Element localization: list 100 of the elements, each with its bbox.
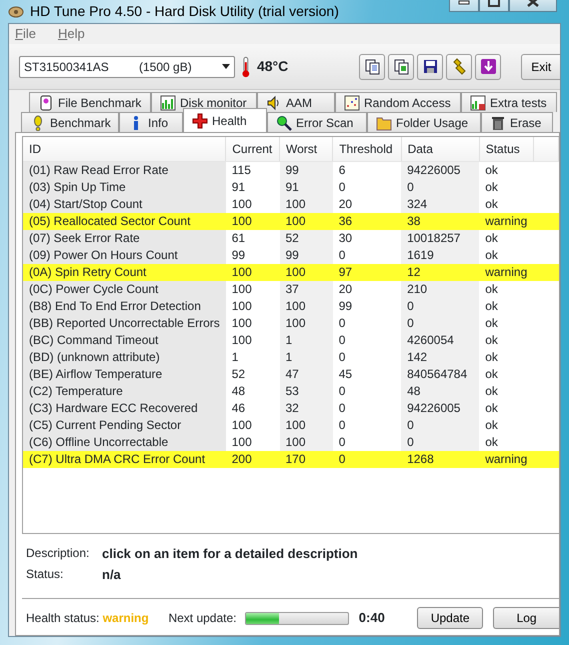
table-cell: 100 [280, 212, 333, 230]
window-title: HD Tune Pro 4.50 - Hard Disk Utility (trial version) [30, 2, 339, 21]
table-cell: 0 [332, 450, 402, 468]
table-cell: 48 [401, 382, 480, 400]
status-label: Status: [26, 566, 64, 582]
table-cell: ok [479, 400, 534, 416]
table-cell: 100 [226, 212, 280, 230]
maximize-icon [488, 0, 500, 7]
table-cell: ok [479, 416, 534, 434]
table-cell: (01) Raw Read Error Rate [23, 161, 226, 178]
log-button[interactable]: Log [493, 607, 559, 629]
update-button[interactable]: Update [417, 607, 484, 629]
tab[interactable]: Random Access [335, 92, 461, 112]
table-cell: 61 [226, 230, 280, 246]
tab[interactable]: Error Scan [267, 112, 367, 132]
table-cell: 324 [401, 196, 480, 212]
table-cell: 0 [332, 332, 402, 348]
column-header[interactable]: Status [479, 137, 534, 161]
table-cell: (05) Reallocated Sector Count [23, 212, 226, 230]
status-value: n/a [102, 566, 122, 584]
table-cell: 100 [226, 196, 280, 212]
tab[interactable]: Extra tests [461, 92, 557, 112]
table-cell: 210 [401, 280, 480, 298]
thermometer-icon [241, 56, 251, 78]
table-cell: 94226005 [401, 400, 480, 416]
health-status-value: warning [102, 610, 150, 627]
table-cell: 100 [226, 332, 280, 348]
temperature-value: 48°C [256, 57, 290, 76]
column-header[interactable]: Worst [280, 137, 333, 161]
tab[interactable]: AAM [257, 92, 335, 112]
trash-icon [490, 114, 506, 130]
grid-chart-icon [470, 94, 486, 110]
table-cell: 4260054 [401, 332, 480, 348]
table-cell: 99 [226, 246, 280, 264]
tab[interactable]: Erase [481, 112, 553, 132]
column-header[interactable]: Current [226, 137, 280, 161]
menu-item[interactable]: File [15, 24, 36, 44]
table-cell: ok [479, 196, 534, 212]
table-cell: 100 [226, 416, 280, 434]
table-cell: 94226005 [401, 161, 480, 178]
column-header[interactable]: Threshold [332, 137, 402, 161]
table-cell: 99 [332, 298, 402, 314]
table-cell: 0 [401, 314, 480, 332]
wrench-button[interactable] [446, 54, 472, 80]
table-cell: 100 [226, 298, 280, 314]
table-cell: 100 [280, 196, 333, 212]
table-cell: (BB) Reported Uncorrectable Errors [23, 314, 226, 332]
table-cell: 53 [280, 382, 333, 400]
drive-dropdown[interactable]: ST31500341AS (1500 gB) [19, 56, 236, 78]
tab[interactable]: Info [119, 112, 183, 132]
next-update-label: Next update: [168, 610, 236, 627]
table-cell: 100 [280, 314, 333, 332]
tab[interactable]: Folder Usage [367, 112, 481, 132]
table-cell: 1 [280, 348, 333, 366]
table-cell: 0 [332, 178, 402, 196]
table-cell: 20 [332, 280, 402, 298]
exit-button[interactable]: Exit [521, 54, 560, 80]
copy-picture-button[interactable] [388, 54, 414, 80]
table-cell: 52 [226, 366, 280, 382]
health-status-label: Health status: [26, 610, 100, 627]
table-cell: 0 [332, 434, 402, 450]
download-button[interactable] [475, 54, 502, 80]
disk-icon [8, 4, 24, 20]
table-cell: 0 [332, 246, 402, 264]
tab[interactable]: File Benchmark [29, 92, 151, 112]
table-cell: ok [479, 178, 534, 196]
tab[interactable]: Benchmark [21, 112, 119, 132]
table-cell: 38 [401, 212, 480, 230]
table-cell: (03) Spin Up Time [23, 178, 226, 196]
table-cell: warning [479, 212, 534, 230]
table-cell: 142 [401, 348, 480, 366]
table-cell: 36 [332, 212, 402, 230]
column-header[interactable]: Data [401, 137, 480, 161]
table-cell: ok [479, 314, 534, 332]
tab[interactable]: Health [183, 108, 267, 132]
table-cell: (B8) End To End Error Detection [23, 298, 226, 314]
table-cell: 10018257 [401, 230, 480, 246]
plus-icon [192, 112, 208, 128]
table-cell: 12 [401, 264, 480, 280]
table-cell: (BE) Airflow Temperature [23, 366, 226, 382]
column-header[interactable]: ID [23, 137, 226, 161]
menu-item[interactable]: Help [58, 24, 85, 44]
table-cell: 100 [226, 264, 280, 280]
table-cell: 1268 [401, 450, 480, 468]
table-cell: (0C) Power Cycle Count [23, 280, 226, 298]
table-cell: 37 [280, 280, 333, 298]
table-cell: ok [479, 246, 534, 264]
copy-button[interactable] [359, 54, 386, 80]
table-cell: 46 [226, 400, 280, 416]
table-cell: 0 [332, 416, 402, 434]
table-cell: (C5) Current Pending Sector [23, 416, 226, 434]
table-cell: 91 [226, 178, 280, 196]
table-cell: 20 [332, 196, 402, 212]
table-cell: (BC) Command Timeout [23, 332, 226, 348]
table-cell: 1 [280, 332, 333, 348]
save-button[interactable] [417, 54, 444, 80]
save-icon [422, 58, 439, 75]
magnifier-icon [276, 114, 292, 130]
stopwatch-icon [38, 94, 54, 110]
table-cell: (C6) Offline Uncorrectable [23, 434, 226, 450]
